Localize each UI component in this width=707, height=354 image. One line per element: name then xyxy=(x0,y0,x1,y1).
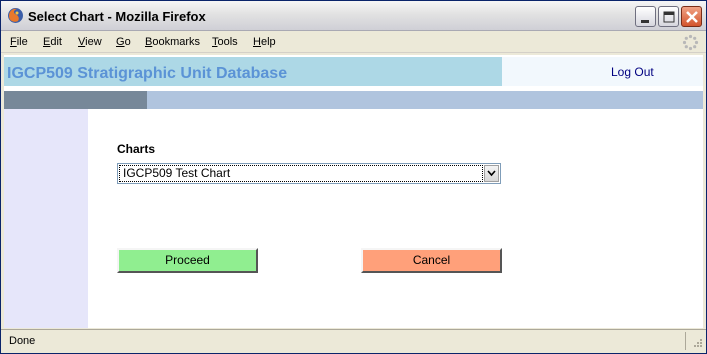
close-button[interactable] xyxy=(681,6,702,27)
menu-view[interactable]: View xyxy=(78,36,102,48)
header-band: IGCP509 Stratigraphic Unit Database xyxy=(4,57,502,86)
menu-go-accel: G xyxy=(116,36,125,48)
menu-file-accel: F xyxy=(10,36,17,48)
menu-file[interactable]: File xyxy=(10,36,28,48)
charts-label: Charts xyxy=(117,142,156,156)
logout-link[interactable]: Log Out xyxy=(611,65,654,79)
header-right-panel xyxy=(502,57,703,86)
throbber-icon xyxy=(682,34,699,51)
status-divider xyxy=(685,332,686,350)
minimize-icon xyxy=(641,20,649,23)
window-title: Select Chart - Mozilla Firefox xyxy=(28,9,206,24)
site-title: IGCP509 Stratigraphic Unit Database xyxy=(7,65,288,82)
menu-bookmarks[interactable]: Bookmarks xyxy=(145,36,200,48)
chart-select[interactable]: IGCP509 Test Chart xyxy=(117,163,501,184)
page-content: IGCP509 Stratigraphic Unit Database Log … xyxy=(4,55,703,328)
sidebar xyxy=(4,109,88,328)
maximize-icon xyxy=(663,11,675,23)
menu-bar: File Edit View Go Bookmarks Tools Help xyxy=(1,31,706,53)
menu-tools[interactable]: Tools xyxy=(212,36,238,48)
menu-help-accel: H xyxy=(253,36,261,48)
status-bar: Done xyxy=(1,329,706,353)
browser-window: Select Chart - Mozilla Firefox File Edit… xyxy=(0,0,707,354)
chart-select-value: IGCP509 Test Chart xyxy=(119,165,483,182)
menu-help[interactable]: Help xyxy=(253,36,276,48)
firefox-icon xyxy=(8,8,23,23)
menu-edit-label: dit xyxy=(50,36,62,48)
chevron-down-icon xyxy=(487,170,496,177)
proceed-button[interactable]: Proceed xyxy=(117,248,258,273)
cancel-button[interactable]: Cancel xyxy=(361,248,502,273)
nav-bar-segment xyxy=(4,91,147,109)
menu-view-label: iew xyxy=(85,36,102,48)
status-text: Done xyxy=(9,335,36,347)
menu-go-label: o xyxy=(124,36,131,48)
menu-tools-label: ools xyxy=(217,36,238,48)
maximize-button[interactable] xyxy=(658,6,679,27)
menu-help-label: elp xyxy=(260,36,276,48)
title-bar[interactable]: Select Chart - Mozilla Firefox xyxy=(1,1,706,31)
menu-file-label: ile xyxy=(16,36,28,48)
menu-edit[interactable]: Edit xyxy=(43,36,62,48)
close-icon xyxy=(686,11,698,23)
minimize-button[interactable] xyxy=(635,6,656,27)
chart-select-dropdown-button[interactable] xyxy=(484,165,499,182)
menu-bookmarks-label: ookmarks xyxy=(152,36,201,48)
resize-grip-icon[interactable] xyxy=(691,338,703,350)
menu-go[interactable]: Go xyxy=(116,36,131,48)
